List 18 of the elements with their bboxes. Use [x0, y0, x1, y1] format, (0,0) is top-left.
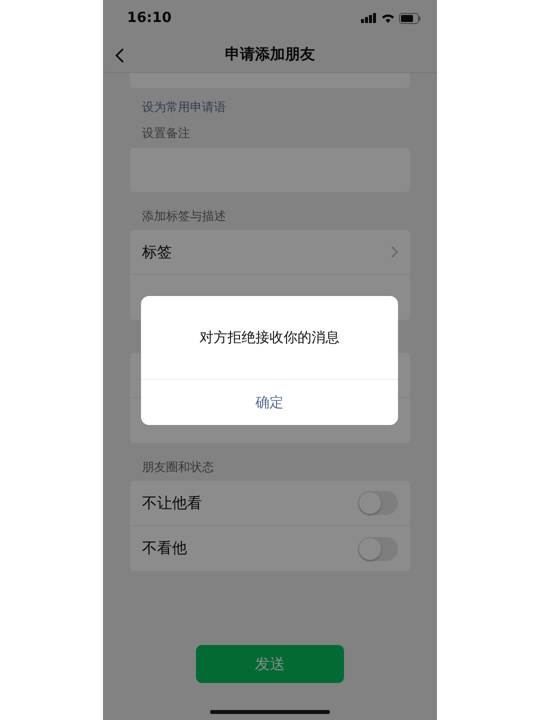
common-phrase-link[interactable]: 设为常用申请语: [142, 99, 226, 115]
chevron-icon: [391, 246, 398, 258]
dialog-message: 对方拒绝接收你的消息: [200, 328, 340, 346]
section-header: 添加标签与描述: [141, 208, 227, 225]
page-title: 申请添加朋友: [225, 44, 315, 64]
status-time: 16:10: [127, 10, 172, 26]
toggle-switch[interactable]: [358, 491, 398, 515]
confirm-button[interactable]: 确定: [141, 380, 398, 425]
field-label: 设置备注: [142, 124, 190, 142]
section-header: 朋友圈和状态: [141, 459, 215, 476]
row-label: 不看他: [142, 539, 187, 558]
wifi-icon: [381, 13, 395, 23]
signal-icon: [361, 13, 377, 23]
battery-icon: [399, 12, 421, 24]
toggle-switch[interactable]: [358, 536, 398, 560]
back-icon[interactable]: [115, 48, 124, 63]
row-label: 不让他看: [142, 494, 202, 512]
row-label[interactable]: 标签: [142, 242, 172, 262]
